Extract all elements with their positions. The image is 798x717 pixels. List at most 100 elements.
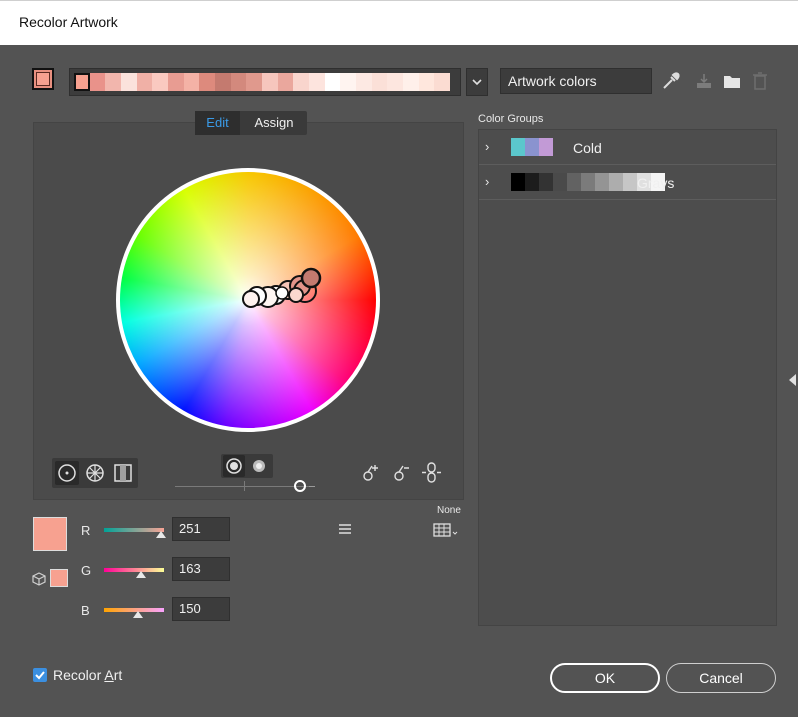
show-saturation-button[interactable] bbox=[248, 455, 270, 477]
save-group-icon[interactable] bbox=[695, 72, 713, 90]
recolor-art-label-suffix: rt bbox=[113, 667, 123, 683]
color-strip-cell[interactable] bbox=[105, 73, 122, 91]
brightness-slider-thumb[interactable] bbox=[294, 480, 306, 492]
ok-button[interactable]: OK bbox=[550, 663, 660, 693]
color-strip-cell[interactable] bbox=[121, 73, 137, 91]
segmented-wheel-button[interactable] bbox=[83, 461, 107, 485]
g-slider-thumb[interactable] bbox=[136, 571, 146, 578]
color-group-name: Grays bbox=[637, 175, 675, 191]
group-swatch bbox=[511, 138, 525, 156]
brightness-mode-buttons bbox=[221, 454, 273, 478]
b-value-field[interactable]: 150 bbox=[172, 597, 230, 621]
web-safe-swatch[interactable] bbox=[50, 569, 68, 587]
cold-swatches bbox=[511, 138, 553, 156]
color-strip-cell[interactable] bbox=[183, 73, 200, 91]
eyedropper-icon[interactable] bbox=[660, 70, 682, 92]
recolor-art-label-prefix: Recolor bbox=[53, 667, 105, 683]
slider-end bbox=[309, 486, 315, 487]
group-swatch bbox=[567, 173, 581, 191]
group-swatch bbox=[623, 173, 637, 191]
link-harmony-icon[interactable] bbox=[420, 460, 444, 486]
display-mode-buttons bbox=[52, 458, 138, 488]
r-label: R bbox=[81, 523, 91, 538]
chevron-down-icon bbox=[472, 79, 482, 86]
color-bars-button[interactable] bbox=[111, 461, 135, 485]
g-slider-track[interactable] bbox=[104, 568, 164, 572]
color-strip-cell[interactable] bbox=[74, 73, 90, 91]
color-bars-icon bbox=[114, 464, 132, 482]
folder-icon[interactable] bbox=[722, 72, 742, 90]
color-strip-cell[interactable] bbox=[356, 73, 372, 91]
color-strip-cell[interactable] bbox=[371, 73, 388, 91]
color-strip-cell[interactable] bbox=[309, 73, 325, 91]
recolor-art-label[interactable]: Recolor Art bbox=[53, 667, 122, 683]
recolor-art-checkbox[interactable] bbox=[33, 668, 47, 682]
group-swatch bbox=[525, 138, 539, 156]
color-strip-cell[interactable] bbox=[387, 73, 404, 91]
color-strip-cell[interactable] bbox=[277, 73, 294, 91]
color-strip-cell[interactable] bbox=[293, 73, 310, 91]
color-strip-cell[interactable] bbox=[246, 73, 263, 91]
trash-icon[interactable] bbox=[752, 71, 768, 91]
color-mode-field[interactable]: Artwork colors bbox=[500, 68, 652, 94]
artwork-color-strip[interactable] bbox=[69, 68, 461, 96]
color-groups-panel: › Cold › Grays bbox=[478, 129, 777, 626]
segmented-wheel-icon bbox=[86, 464, 104, 482]
color-groups-title: Color Groups bbox=[478, 113, 544, 125]
group-swatch bbox=[539, 138, 553, 156]
color-strip-cell[interactable] bbox=[89, 73, 106, 91]
color-strip-dropdown-button[interactable] bbox=[466, 68, 488, 96]
recolor-art-label-mnemonic: A bbox=[104, 667, 114, 683]
r-value-field[interactable]: 251 bbox=[172, 517, 230, 541]
group-swatch bbox=[525, 173, 539, 191]
expand-panel-arrow-icon[interactable] bbox=[789, 374, 796, 386]
g-value-field[interactable]: 163 bbox=[172, 557, 230, 581]
show-brightness-button[interactable] bbox=[223, 455, 245, 477]
group-swatch bbox=[581, 173, 595, 191]
color-strip-cell[interactable] bbox=[340, 73, 357, 91]
color-strip-cell[interactable] bbox=[215, 73, 231, 91]
color-strip-cell[interactable] bbox=[434, 73, 451, 91]
b-slider-thumb[interactable] bbox=[133, 611, 143, 618]
color-strip-cell[interactable] bbox=[403, 73, 419, 91]
b-label: B bbox=[81, 603, 90, 618]
title-bar: Recolor Artwork bbox=[0, 0, 798, 45]
color-strip-cell[interactable] bbox=[262, 73, 278, 91]
remove-color-tool-icon[interactable] bbox=[391, 462, 413, 484]
saturation-icon bbox=[253, 460, 265, 472]
color-strip-cell[interactable] bbox=[136, 73, 153, 91]
color-strip-cell[interactable] bbox=[152, 73, 169, 91]
smooth-wheel-button[interactable] bbox=[55, 461, 79, 485]
window-title: Recolor Artwork bbox=[19, 14, 118, 30]
group-swatch bbox=[595, 173, 609, 191]
brightness-icon bbox=[226, 458, 242, 474]
color-library-limit-icon[interactable] bbox=[433, 522, 461, 538]
color-strip-cell[interactable] bbox=[418, 73, 435, 91]
add-color-tool-icon[interactable] bbox=[360, 462, 382, 484]
group-swatch bbox=[539, 173, 553, 191]
r-slider-track[interactable] bbox=[104, 528, 164, 532]
cancel-button[interactable]: Cancel bbox=[666, 663, 776, 693]
edit-assign-tabs: Edit Assign bbox=[195, 111, 307, 135]
color-strip-cells bbox=[74, 73, 451, 91]
color-strip-cell[interactable] bbox=[230, 73, 247, 91]
color-group-row-grays[interactable]: › Grays bbox=[479, 165, 776, 200]
tab-edit[interactable]: Edit bbox=[195, 111, 240, 135]
group-swatch bbox=[511, 173, 525, 191]
r-slider-thumb[interactable] bbox=[156, 531, 166, 538]
color-mode-menu-icon[interactable] bbox=[337, 522, 353, 536]
gamut-cube-icon bbox=[32, 572, 46, 586]
color-group-row-cold[interactable]: › Cold bbox=[479, 130, 776, 165]
color-strip-cell[interactable] bbox=[199, 73, 216, 91]
color-group-name: Cold bbox=[573, 140, 602, 156]
chevron-right-icon[interactable]: › bbox=[485, 174, 489, 189]
tab-assign[interactable]: Assign bbox=[243, 111, 305, 135]
harmony-limit-label: None bbox=[437, 505, 461, 516]
color-strip-cell[interactable] bbox=[324, 73, 341, 91]
current-color-swatch[interactable] bbox=[32, 68, 54, 90]
chevron-right-icon[interactable]: › bbox=[485, 139, 489, 154]
color-strip-cell[interactable] bbox=[168, 73, 184, 91]
selected-color-swatch[interactable] bbox=[33, 517, 67, 551]
color-handles[interactable] bbox=[116, 168, 380, 432]
smooth-wheel-icon bbox=[58, 464, 76, 482]
